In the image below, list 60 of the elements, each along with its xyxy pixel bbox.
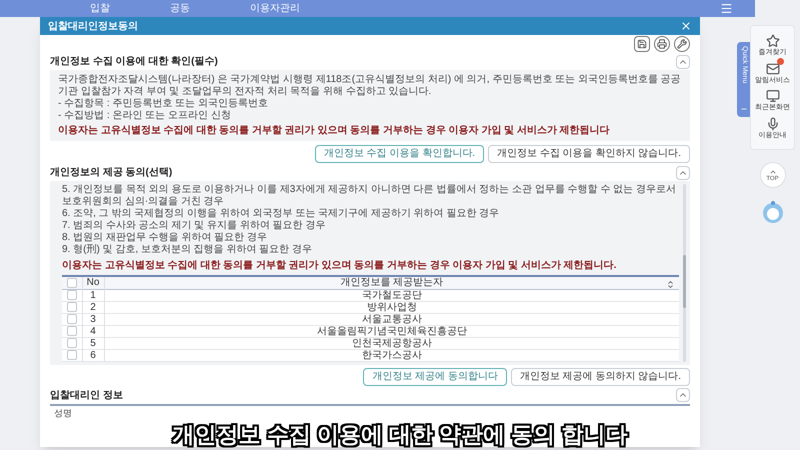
chevron-up-icon (768, 168, 776, 176)
table-cell: 방위사업청 (104, 301, 679, 313)
envelope-icon[interactable] (766, 62, 780, 76)
monitor-icon[interactable] (766, 89, 780, 103)
notice-text: 국가종합전자조달시스템(나라장터) 은 국가계약법 시행령 제118조(고유식별정보의 처리) 에 의거, 주민등록번호 또는 외국인등록번호를 공공기관 입찰참가 자격 부여 및 조달업무의 전자적 처리 목적을 위해 수집하고 있습니다. (58, 74, 682, 98)
wrench-button[interactable] (674, 36, 690, 52)
collapse-button[interactable] (676, 166, 690, 180)
dialog-title: 입찰대리인정보동의 (48, 20, 138, 34)
printer-icon (657, 39, 667, 49)
chatbot-icon[interactable] (760, 200, 784, 224)
wrench-icon (677, 39, 687, 49)
notice-text: 7. 범죄의 수사와 공소의 제기 및 유지를 위하여 필요한 경우 (62, 220, 326, 232)
section-title: 개인정보의 제공 동의(선택) (50, 166, 172, 180)
column-header[interactable]: 개인정보를 제공받는자 (340, 277, 444, 288)
notice-text: - 수집항목 : 주민등록번호 또는 외국인등록번호 (58, 98, 269, 110)
checkbox[interactable] (66, 302, 77, 312)
menu-icon[interactable] (720, 2, 733, 15)
scrollbar[interactable] (683, 184, 686, 362)
notice-text: 5. 개인정보를 목적 외의 용도로 이용하거나 이를 제3자에게 제공하지 아니하면 다른 법률에서 정하는 소관 업무를 수행할 수 없는 경우로서 보호위원회의 심의·의결을 거친 경우 (62, 184, 677, 208)
table-cell: 2 (82, 301, 104, 313)
checkbox[interactable] (66, 290, 77, 300)
table-cell: 5 (82, 337, 104, 349)
consent-button[interactable]: 개인정보 제공에 동의합니다 (363, 368, 507, 386)
checkbox[interactable] (66, 350, 77, 360)
consent-button[interactable]: 개인정보 제공에 동의하지 않습니다. (510, 368, 690, 386)
checkbox[interactable] (66, 314, 77, 324)
sort-icon[interactable] (666, 280, 675, 289)
table-cell: 한국가스공사 (104, 349, 679, 361)
checkbox[interactable] (66, 326, 77, 336)
notice-text: 6. 조약, 그 밖의 국제협정의 이행을 위하여 외국정부 또는 국제기구에 제공하기 위하여 필요한 경우 (62, 208, 500, 220)
table-cell: 6 (82, 349, 104, 361)
star-icon[interactable] (766, 34, 780, 48)
table-cell: 서울올림픽기념국민체육진흥공단 (104, 325, 679, 337)
save-icon (637, 39, 647, 49)
video-caption: 개인정보 수집 이용에 대한 약관에 동의 합니다 (172, 422, 628, 448)
table-cell: 인천국제공항공사 (104, 337, 679, 349)
section-title: 개인정보 수집 이용에 대한 확인(필수) (50, 55, 218, 69)
field-label: 성명 (53, 406, 73, 420)
consent-button[interactable]: 개인정보 수집 이용을 확인합니다. (314, 145, 484, 163)
notice-text: 8. 법원의 재판업무 수행을 위하여 필요한 경우 (62, 232, 268, 244)
table-cell: 4 (82, 325, 104, 337)
table-cell: 3 (82, 313, 104, 325)
checkbox[interactable] (66, 338, 77, 348)
table-cell: 국가철도공단 (104, 289, 679, 301)
table-cell: 1 (82, 289, 104, 301)
table-cell: 서울교통공사 (104, 313, 679, 325)
collapse-button[interactable] (676, 388, 690, 402)
notice-text: - 수집방법 : 온라인 또는 오프라인 신청 (58, 110, 232, 122)
microphone-icon[interactable] (766, 116, 780, 130)
collapse-button[interactable] (676, 54, 690, 68)
section-title: 입찰대리인 정보 (50, 388, 123, 402)
warning-text: 이용자는 고유식별정보 수집에 대한 동의를 거부할 권리가 있으며 동의를 거부하는 경우 이용자 가입 및 서비스가 제한됩니다. (62, 260, 618, 272)
column-header: No (82, 276, 104, 289)
checkbox[interactable] (66, 278, 77, 288)
consent-button[interactable]: 개인정보 수집 이용을 확인하지 않습니다. (488, 145, 690, 163)
save-button[interactable] (634, 36, 650, 52)
notice-text: 9. 형(刑) 및 감호, 보호처분의 집행을 위하여 필요한 경우 (62, 244, 314, 256)
print-button[interactable] (654, 36, 670, 52)
warning-text: 이용자는 고유식별정보 수집에 대한 동의를 거부할 권리가 있으며 동의를 거부하는 경우 이용자 가입 및 서비스가 제한됩니다 (58, 125, 611, 137)
close-icon[interactable] (680, 20, 692, 32)
